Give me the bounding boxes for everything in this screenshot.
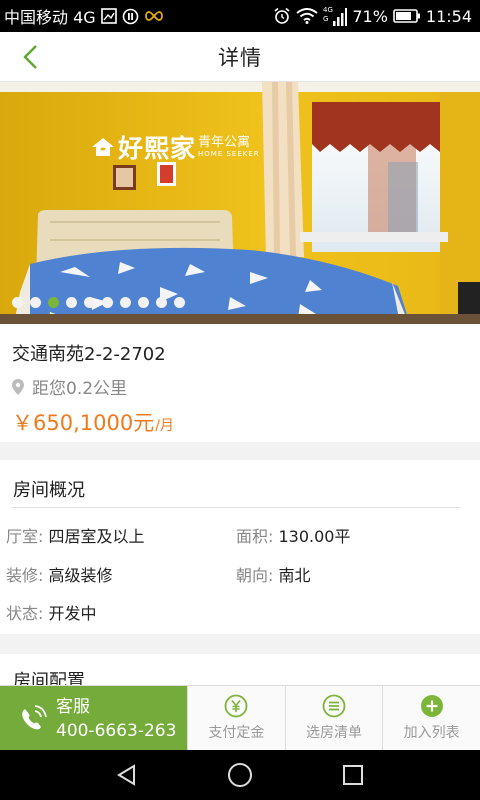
price-unit: /月 [155,418,174,434]
brand-english: HOME SEEKER [198,149,260,158]
attr-status-key: 状态: [6,604,44,623]
carousel-dot[interactable] [12,297,23,308]
carousel-dot[interactable] [66,297,77,308]
attr-status-value: 开发中 [48,604,97,623]
house-logo-icon [92,138,114,156]
pay-deposit-label: 支付定金 [208,725,265,741]
divider [12,507,460,508]
system-nav-bar [0,750,480,800]
svg-text:G: G [323,15,328,23]
attr-decoration-value: 高级装修 [48,566,113,585]
brand-name: 好熙家 [118,134,197,163]
attr-decoration-key: 装修: [6,566,44,585]
customer-service-button[interactable]: 客服 400-6663-263 [0,686,187,751]
wifi-icon [296,8,318,24]
home-circle-icon [227,763,252,787]
infinity-icon [144,10,164,22]
attr-rooms: 厅室: 四居室及以上 [6,523,145,547]
carousel-dot[interactable] [48,297,59,308]
location-pin-icon [12,378,24,395]
app-root: 中国移动 4G 4G G 71% 11:54 详情 好熙家 青年公寓 HOME … [0,0,480,800]
pay-deposit-button[interactable]: 支付定金 [187,686,285,750]
plus-circle-icon [420,695,443,717]
battery-percent: 71% [352,6,388,26]
attr-rooms-value: 四居室及以上 [48,527,145,546]
attr-area-key: 面积: [236,527,274,546]
attr-orientation-value: 南北 [278,566,311,585]
attr-area: 面积: 130.00平 [236,523,351,547]
alarm-icon [273,7,291,25]
carousel-dot[interactable] [138,297,149,308]
house-name: 交通南苑2-2-2702 [12,344,166,365]
carousel-dot[interactable] [102,297,113,308]
carousel-dot[interactable] [84,297,95,308]
selection-list-label: 选房清单 [306,725,362,741]
room-photo [0,82,480,324]
attr-area-value: 130.00平 [278,527,351,546]
carrier-label: 中国移动 4G [4,8,96,27]
yen-icon [224,694,248,718]
service-label: 客服 [56,696,90,717]
add-to-list-button[interactable]: 加入列表 [382,686,480,750]
carousel-dot[interactable] [30,297,41,308]
photo-carousel[interactable]: 好熙家 青年公寓 HOME SEEKER [0,82,480,324]
attr-decoration: 装修: 高级装修 [6,562,113,586]
service-phone: 400-6663-263 [56,720,177,741]
svg-text:4G: 4G [323,6,333,14]
price-row: ￥650,1000元 /月 [12,407,468,437]
brand-subtitle: 青年公寓 [198,134,251,150]
back-chevron-icon [23,45,37,69]
carousel-indicator [12,297,185,308]
list-icon [322,694,346,718]
battery-icon [393,8,421,24]
distance-text: 距您0.2公里 [32,379,128,399]
signal-4g-icon: 4G G [323,5,348,27]
back-triangle-icon [116,764,135,786]
system-recents-button[interactable] [333,755,373,795]
house-info: 交通南苑2-2-2702 距您0.2公里 ￥650,1000元 /月 [0,324,480,442]
recents-square-icon [343,765,364,785]
add-to-list-label: 加入列表 [403,725,460,741]
carousel-dot[interactable] [174,297,185,308]
nav-bar: 详情 [0,32,480,82]
price-value: ￥650,1000元 [12,411,155,435]
distance-row: 距您0.2公里 [12,374,468,399]
selection-list-button[interactable]: 选房清单 [284,686,383,750]
back-button[interactable] [14,40,48,74]
attr-orientation-key: 朝向: [236,566,274,585]
image-icon [100,8,117,24]
attr-rooms-key: 厅室: [6,527,44,546]
system-home-button[interactable] [220,755,260,795]
section-title-overview: 房间概况 [13,480,85,501]
bottom-action-bar: 客服 400-6663-263 支付定金 选房清单 加入列表 [0,685,480,751]
pause-icon [122,8,139,25]
phone-icon [22,704,47,729]
status-bar: 中国移动 4G 4G G 71% 11:54 [0,0,480,32]
brand-watermark: 好熙家 青年公寓 HOME SEEKER [90,129,260,165]
system-back-button[interactable] [107,755,147,795]
attr-status: 状态: 开发中 [6,600,97,624]
carousel-dot[interactable] [120,297,131,308]
clock: 11:54 [425,6,472,26]
carousel-dot[interactable] [156,297,167,308]
page-title: 详情 [218,45,262,70]
attr-orientation: 朝向: 南北 [236,562,311,586]
